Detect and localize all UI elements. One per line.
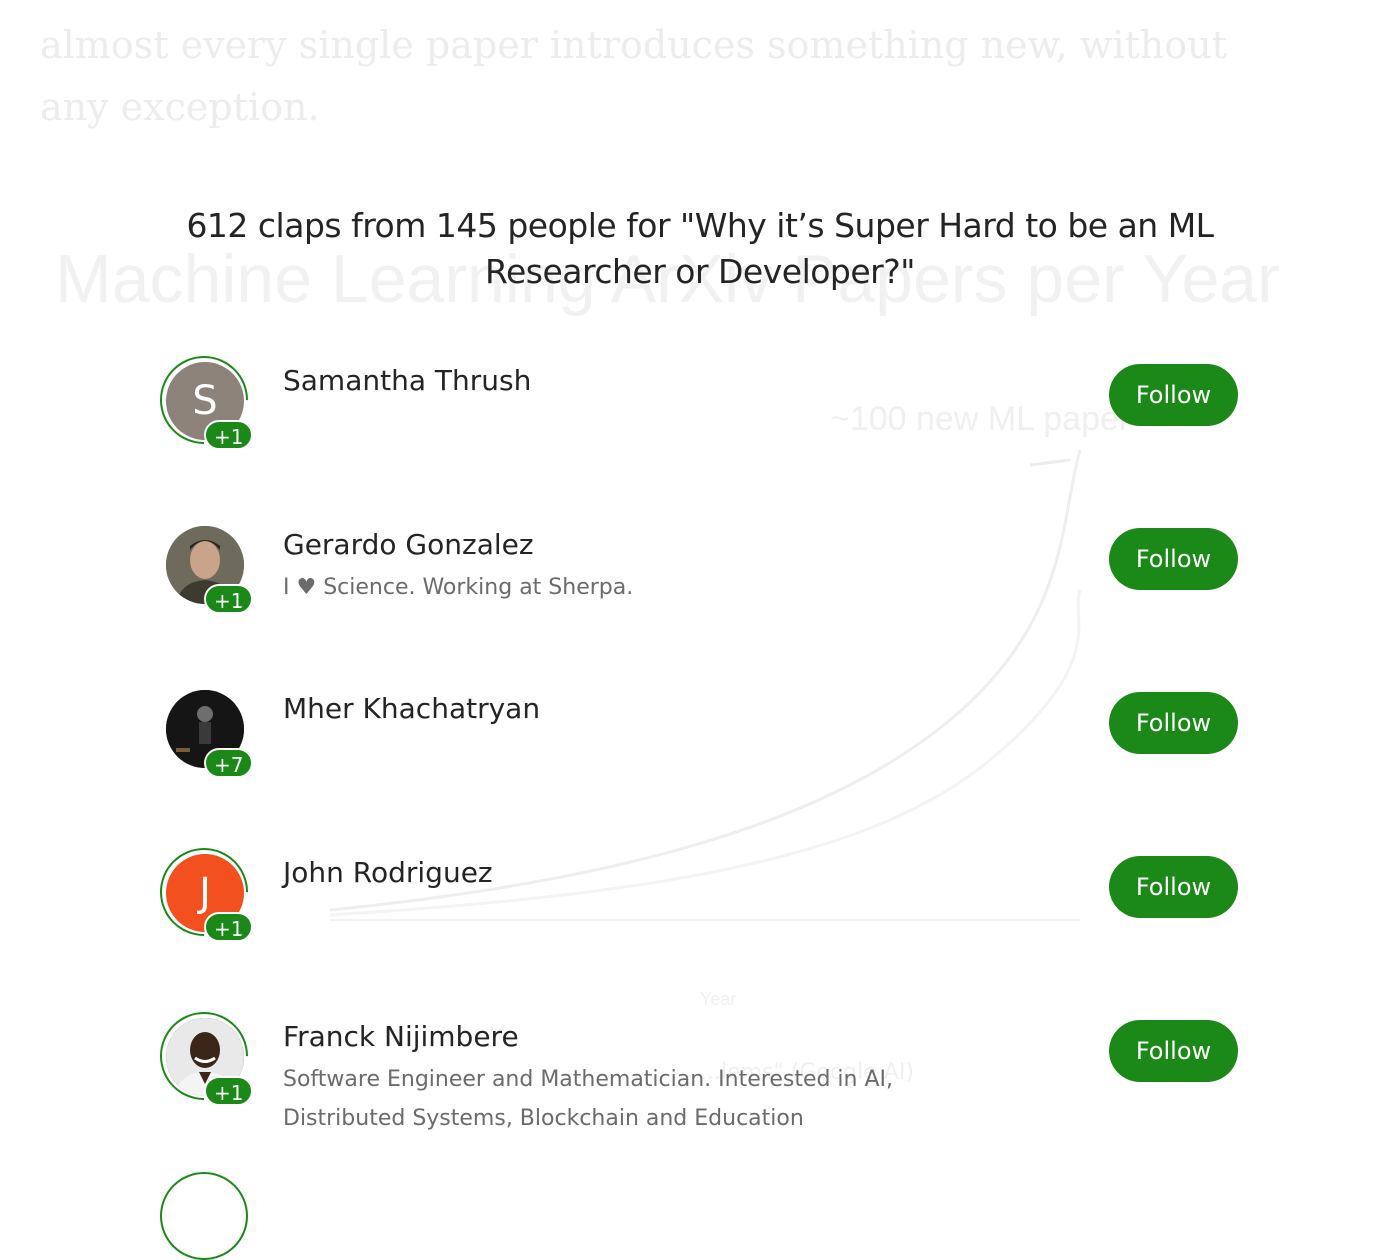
list-item: S +1 Samantha Thrush Follow bbox=[0, 337, 1400, 506]
user-name[interactable]: Samantha Thrush bbox=[283, 364, 531, 397]
user-bio: Software Engineer and Mathematician. Int… bbox=[283, 1067, 894, 1131]
avatar[interactable]: S +1 bbox=[141, 337, 267, 463]
follow-button[interactable]: Follow bbox=[1109, 692, 1238, 754]
follow-button[interactable]: Follow bbox=[1109, 856, 1238, 918]
avatar[interactable]: +1 bbox=[141, 993, 267, 1119]
user-name[interactable]: Franck Nijimbere bbox=[283, 1020, 519, 1053]
list-item: J +1 John Rodriguez Follow bbox=[0, 829, 1400, 998]
follow-button[interactable]: Follow bbox=[1109, 528, 1238, 590]
next-avatar-ring bbox=[160, 1172, 248, 1260]
list-item: +1 Gerardo Gonzalez I ♥ Science. Working… bbox=[0, 520, 1400, 670]
avatar[interactable]: +1 bbox=[160, 520, 254, 614]
avatar[interactable]: J +1 bbox=[141, 829, 267, 955]
user-name[interactable]: Mher Khachatryan bbox=[283, 692, 540, 725]
list-item: +7 Mher Khachatryan Follow bbox=[0, 684, 1400, 834]
follow-button[interactable]: Follow bbox=[1109, 1020, 1238, 1082]
dialog-title: 612 claps from 145 people for "Why it’s … bbox=[186, 206, 1214, 291]
user-name[interactable]: Gerardo Gonzalez bbox=[283, 528, 534, 561]
clap-count-badge: +1 bbox=[204, 912, 254, 942]
clap-count-badge: +1 bbox=[204, 420, 254, 450]
avatar[interactable]: +7 bbox=[160, 684, 254, 778]
clap-count-badge: +7 bbox=[204, 748, 254, 778]
user-name[interactable]: John Rodriguez bbox=[283, 856, 493, 889]
follow-button[interactable]: Follow bbox=[1109, 364, 1238, 426]
clap-count-badge: +1 bbox=[204, 584, 254, 614]
list-item: +1 Franck Nijimbere Software Engineer an… bbox=[0, 993, 1400, 1162]
user-bio: I ♥ Science. Working at Sherpa. bbox=[283, 575, 634, 600]
claps-dialog: 612 claps from 145 people for "Why it’s … bbox=[0, 0, 1400, 1260]
clap-count-badge: +1 bbox=[204, 1076, 254, 1106]
